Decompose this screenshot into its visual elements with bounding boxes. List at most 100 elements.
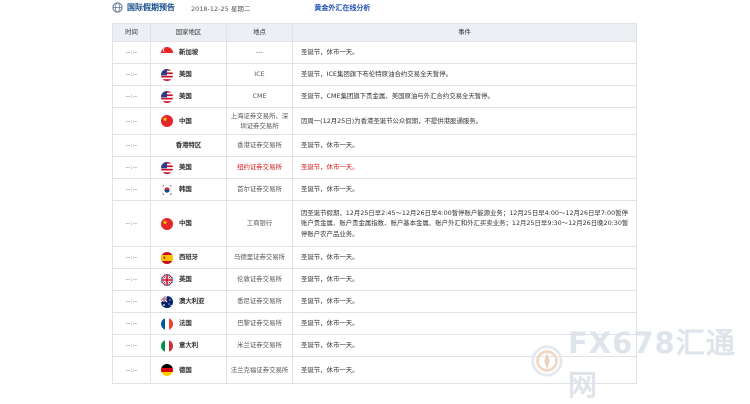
country-name: 中国 — [179, 219, 192, 228]
time-cell: --:-- — [112, 178, 151, 201]
time-cell: --:-- — [112, 41, 151, 64]
country-cell: 美国 — [150, 156, 227, 179]
table-body: --:-- 新加坡 --- 圣诞节，休市一天。 --:-- 美国 ICE 圣诞节，ICE集团旗… — [112, 41, 637, 384]
event-cell: 因周一(12月25日)为香港圣诞节公众假期，不提供港股通服务。 — [292, 107, 637, 135]
event-cell: 圣诞节，休市一天。 — [292, 156, 637, 179]
china-flag-icon — [161, 115, 173, 127]
table-row: --:-- 中国 工商银行 因圣诞节假期，12月25日早2:45～12月26日早4:0… — [112, 200, 637, 247]
country-name: 西班牙 — [179, 253, 199, 262]
country-name: 美国 — [179, 163, 192, 172]
date-label: 2018-12-25 星期二 — [191, 4, 251, 13]
time-cell: --:-- — [112, 268, 151, 291]
column-header-country: 国家地区 — [150, 23, 227, 42]
germany-flag-icon — [161, 364, 173, 376]
place-cell: 悉尼证券交易所 — [226, 290, 293, 313]
singapore-flag-icon — [161, 46, 173, 59]
holiday-table: 时间 国家地区 地点 事件 --:-- 新加坡 --- 圣诞节，休市一天。 --:-- 美… — [112, 23, 637, 384]
australia-flag-icon — [161, 295, 173, 308]
country-cell: 美国 — [150, 85, 227, 108]
event-cell: 圣诞节，休市一天。 — [292, 178, 637, 201]
country-name: 中国 — [179, 116, 192, 125]
table-row: --:-- 美国 ICE 圣诞节，ICE集团旗下布伦特原油合约交易全天暂停。 — [112, 63, 637, 86]
korea-flag-icon — [161, 183, 173, 196]
analysis-link[interactable]: 黄金外汇在线分析 — [314, 3, 370, 13]
event-cell: 圣诞节，休市一天。 — [292, 134, 637, 157]
watermark-text: FX678汇通网 — [568, 326, 736, 402]
country-name: 香港特区 — [175, 141, 202, 150]
table-row: --:-- 韩国 首尔证券交易所 圣诞节，休市一天。 — [112, 178, 637, 201]
country-cell: 韩国 — [150, 178, 227, 201]
country-cell: 西班牙 — [150, 246, 227, 269]
table-header-row: 时间 国家地区 地点 事件 — [112, 23, 637, 42]
time-cell: --:-- — [112, 290, 151, 313]
event-cell: 圣诞节，CME集团旗下贵金属、美国原油与外汇合约交易全天暂停。 — [292, 85, 637, 108]
place-cell: --- — [226, 41, 293, 64]
place-cell: CME — [226, 85, 293, 108]
globe-icon — [112, 2, 123, 13]
event-cell: 圣诞节，休市一天。 — [292, 268, 637, 291]
country-name: 澳大利亚 — [179, 297, 205, 306]
country-cell: 中国 — [150, 200, 227, 247]
usa-flag-icon — [161, 161, 173, 174]
time-cell: --:-- — [112, 156, 151, 179]
italy-flag-icon — [161, 339, 173, 352]
country-name: 德国 — [179, 365, 192, 374]
place-cell: 伦敦证券交易所 — [226, 268, 293, 291]
place-cell: ICE — [226, 63, 293, 86]
place-cell: 纽约证券交易所 — [226, 156, 293, 179]
time-cell: --:-- — [112, 334, 151, 357]
place-cell: 香港证券交易所 — [226, 134, 293, 157]
table-row: --:-- 西班牙 马德里证券交易所 圣诞节，休市一天。 — [112, 246, 637, 269]
place-cell: 首尔证券交易所 — [226, 178, 293, 201]
usa-flag-icon — [161, 90, 173, 103]
country-cell: 新加坡 — [150, 41, 227, 64]
country-name: 美国 — [179, 92, 192, 101]
country-cell: 意大利 — [150, 334, 227, 357]
country-name: 法国 — [179, 319, 192, 328]
place-cell: 法兰克福证券交易所 — [226, 356, 293, 384]
country-name: 美国 — [179, 70, 192, 79]
country-name: 新加坡 — [179, 48, 199, 57]
watermark-logo: FX678汇通网 — [530, 326, 745, 402]
table-row: --:-- 美国 CME 圣诞节，CME集团旗下贵金属、美国原油与外汇合约交易全天暂停… — [112, 85, 637, 108]
event-cell: 因圣诞节假期，12月25日早2:45～12月26日早4:00暂停账户能源业务；1… — [292, 200, 637, 247]
uk-flag-icon — [161, 273, 173, 286]
event-cell: 圣诞节，休市一天。 — [292, 290, 637, 313]
time-cell: --:-- — [112, 85, 151, 108]
place-cell: 米兰证券交易所 — [226, 334, 293, 357]
china-flag-icon — [161, 217, 173, 230]
table-row: --:-- 新加坡 --- 圣诞节，休市一天。 — [112, 41, 637, 64]
time-cell: --:-- — [112, 63, 151, 86]
country-cell: 美国 — [150, 63, 227, 86]
table-row: --:-- 美国 纽约证券交易所 圣诞节，休市一天。 — [112, 156, 637, 179]
place-cell: 上海证券交易所、深圳证券交易所 — [226, 107, 293, 135]
time-cell: --:-- — [112, 356, 151, 384]
compass-logo-icon — [530, 344, 564, 380]
time-cell: --:-- — [112, 312, 151, 335]
column-header-time: 时间 — [112, 23, 151, 42]
country-name: 意大利 — [179, 341, 199, 350]
country-cell: 法国 — [150, 312, 227, 335]
country-cell: 中国 — [150, 107, 227, 135]
table-row: --:-- 香港特区 香港证券交易所 圣诞节，休市一天。 — [112, 134, 637, 157]
country-cell: 香港特区 — [150, 134, 227, 157]
france-flag-icon — [161, 317, 173, 330]
page-title: 国际假期预告 — [127, 3, 175, 12]
time-cell: --:-- — [112, 134, 151, 157]
column-header-event: 事件 — [292, 23, 637, 42]
country-cell: 英国 — [150, 268, 227, 291]
table-row: --:-- 中国 上海证券交易所、深圳证券交易所 因周一(12月25日)为香港圣诞节公… — [112, 107, 637, 135]
place-cell: 工商银行 — [226, 200, 293, 247]
event-cell: 圣诞节，休市一天。 — [292, 41, 637, 64]
place-cell: 巴黎证券交易所 — [226, 312, 293, 335]
table-row: --:-- 澳大利亚 悉尼证券交易所 圣诞节，休市一天。 — [112, 290, 637, 313]
event-cell: 圣诞节，休市一天。 — [292, 246, 637, 269]
time-cell: --:-- — [112, 107, 151, 135]
place-cell: 马德里证券交易所 — [226, 246, 293, 269]
country-name: 韩国 — [179, 185, 192, 194]
top-bar: 国际假期预告 2018-12-25 星期二 黄金外汇在线分析 — [112, 0, 636, 15]
event-cell: 圣诞节，ICE集团旗下布伦特原油合约交易全天暂停。 — [292, 63, 637, 86]
table-row: --:-- 英国 伦敦证券交易所 圣诞节，休市一天。 — [112, 268, 637, 291]
country-cell: 德国 — [150, 356, 227, 384]
spain-flag-icon — [161, 251, 173, 264]
